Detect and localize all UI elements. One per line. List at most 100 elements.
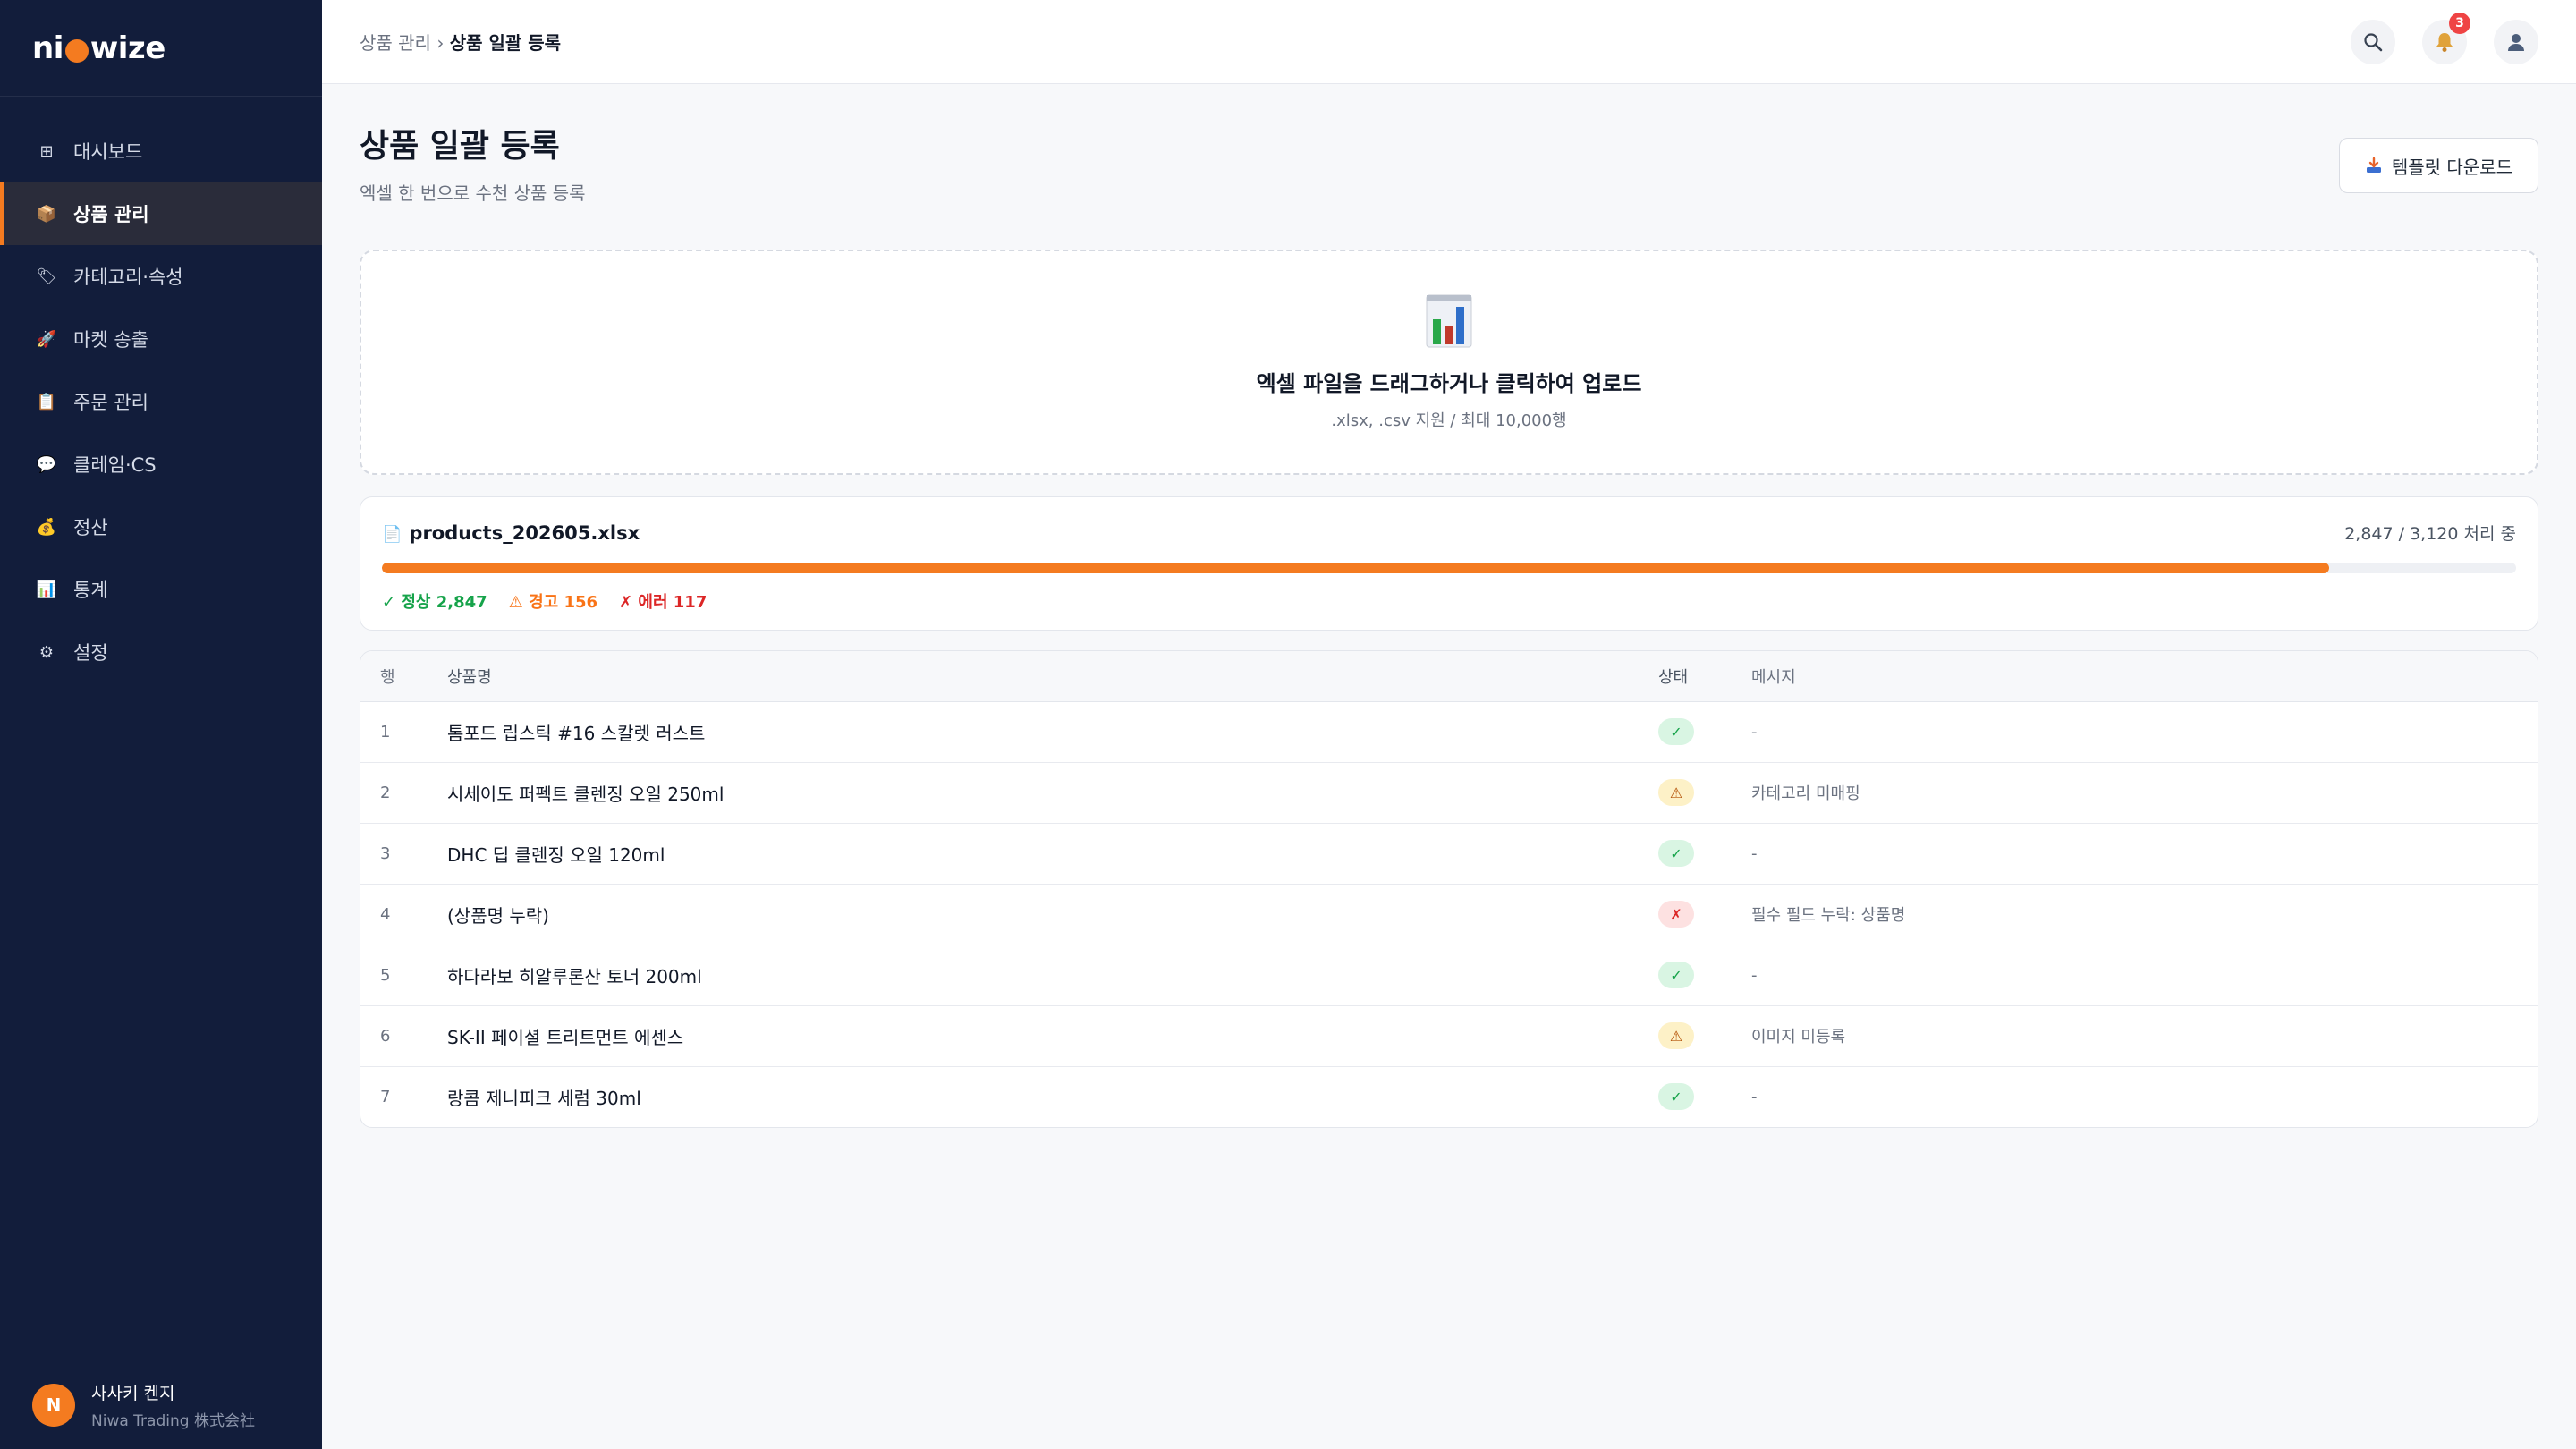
breadcrumb-parent[interactable]: 상품 관리 — [360, 32, 431, 54]
table-row[interactable]: 7 랑콤 제니피크 세럼 30ml ✓ - — [360, 1066, 2538, 1127]
product-name: 랑콤 제니피크 세럼 30ml — [447, 1087, 641, 1109]
template-download-button[interactable]: 템플릿 다운로드 — [2338, 138, 2538, 193]
gear-icon: ⚙ — [38, 642, 55, 662]
table-row[interactable]: 4 (상품명 누락) ✗ 필수 필드 누락: 상품명 — [360, 884, 2538, 945]
sidebar-nav: ⊞ 대시보드 📦 상품 관리 🏷 카테고리·속성 🚀 마켓 송출 📋 주문 관리 💬 클레임·CS 💰 정… — [0, 120, 322, 683]
row-number: 4 — [360, 884, 446, 945]
stat-warning: ⚠ 경고 156 — [508, 593, 598, 612]
col-header-status: 상태 — [1657, 651, 1750, 702]
row-message: - — [1750, 823, 2538, 885]
page-subtitle: 엑셀 한 번으로 수천 상품 등록 — [360, 182, 586, 204]
breadcrumb-current: 상품 일괄 등록 — [449, 32, 562, 54]
status-cell: ✗ — [1657, 884, 1750, 945]
product-name: 톰포드 립스틱 #16 스칼렛 러스트 — [446, 701, 1657, 763]
sidebar-item-label: 카테고리·속성 — [73, 267, 183, 288]
chat-icon: 💬 — [36, 454, 57, 474]
search-button[interactable] — [2351, 19, 2395, 64]
table-row[interactable]: 2 시세이도 퍼펙트 클렌징 오일 250ml ⚠ 카테고리 미매핑 — [360, 762, 2538, 824]
row-message: 카테고리 미매핑 — [1750, 762, 2538, 824]
status-badge-ok: ✓ — [1658, 840, 1694, 867]
breadcrumb: 상품 관리 › 상품 일괄 등록 — [360, 29, 561, 55]
stat-error: ✗ 에러 117 — [619, 593, 708, 612]
template-download-label: 템플릿 다운로드 — [2391, 156, 2512, 178]
status-badge-ok: ✓ — [1658, 962, 1694, 988]
avatar: N — [32, 1383, 75, 1427]
notification-button[interactable]: 3 — [2422, 12, 2470, 64]
grid-icon: ⊞ — [39, 141, 54, 161]
sidebar-item-label: 상품 관리 — [73, 204, 149, 225]
file-name: 📄 products_202605.xlsx — [382, 522, 640, 544]
bar-chart-icon — [1426, 294, 1472, 347]
row-number: 1 — [360, 701, 446, 763]
product-name: DHC 딥 클렌징 오일 120ml — [446, 823, 1657, 885]
row-message: 필수 필드 누락: 상품명 — [1750, 884, 2538, 945]
product-name: (상품명 누락) — [446, 884, 1657, 945]
rocket-icon: 🚀 — [36, 329, 57, 349]
sidebar-item-label: 통계 — [73, 580, 108, 601]
main-area: 상품 관리 › 상품 일괄 등록 3 상품 일괄 등록 엑셀 한 번으로 수천 … — [322, 0, 2576, 1449]
search-icon — [2364, 32, 2383, 51]
money-bag-icon: 💰 — [36, 517, 57, 537]
status-badge-err: ✗ — [1658, 901, 1694, 928]
product-name: SK-II 페이셜 트리트먼트 에센스 — [446, 1005, 1657, 1067]
logo-text-left: ni — [32, 30, 64, 66]
user-icon — [2508, 33, 2524, 51]
profile-button[interactable] — [2494, 19, 2538, 64]
file-dropzone[interactable]: 엑셀 파일을 드래그하거나 클릭하여 업로드 .xlsx, .csv 지원 / … — [360, 250, 2538, 475]
sidebar-item-8[interactable]: ⚙ 설정 — [0, 621, 322, 683]
sidebar-item-6[interactable]: 💰 정산 — [0, 496, 322, 558]
sidebar-item-7[interactable]: 📊 통계 — [0, 558, 322, 621]
package-icon: 📦 — [36, 204, 57, 224]
status-badge-ok: ✓ — [1658, 718, 1694, 745]
table-row[interactable]: 3 DHC 딥 클렌징 오일 120ml ✓ - — [360, 823, 2538, 885]
sidebar-item-0[interactable]: ⊞ 대시보드 — [0, 120, 322, 182]
notification-badge: 3 — [2449, 12, 2470, 34]
sidebar-item-2[interactable]: 🏷 카테고리·속성 — [0, 245, 322, 308]
sidebar-item-3[interactable]: 🚀 마켓 송출 — [0, 308, 322, 370]
product-name: 하다라보 히알루론산 토너 200ml — [446, 945, 1657, 1006]
sidebar-item-1[interactable]: 📦 상품 관리 — [0, 182, 322, 245]
sidebar-item-label: 클레임·CS — [73, 454, 157, 476]
table-row[interactable]: 5 하다라보 히알루론산 토너 200ml ✓ - — [360, 945, 2538, 1006]
logo-text-right: wize — [89, 30, 165, 66]
row-message: - — [1751, 1087, 1758, 1106]
breadcrumb-separator: › — [430, 32, 450, 54]
page-title: 상품 일괄 등록 — [360, 128, 560, 165]
bell-icon — [2436, 32, 2453, 52]
status-cell: ✓ — [1657, 701, 1750, 763]
sidebar-item-label: 정산 — [73, 517, 108, 538]
upload-progress-card: 📄 products_202605.xlsx 2,847 / 3,120 처리 중… — [360, 496, 2538, 631]
status-badge-ok: ✓ — [1658, 1083, 1694, 1111]
progress-text: 2,847 / 3,120 처리 중 — [2344, 524, 2516, 544]
logo[interactable]: ni wize — [0, 0, 322, 97]
status-badge-warn: ⚠ — [1658, 779, 1694, 806]
row-number: 6 — [360, 1005, 446, 1067]
progress-bar-fill — [382, 563, 2330, 573]
row-message: - — [1750, 701, 2538, 763]
table-row[interactable]: 6 SK-II 페이셜 트리트먼트 에센스 ⚠ 이미지 미등록 — [360, 1005, 2538, 1067]
sidebar-item-label: 주문 관리 — [73, 392, 148, 413]
file-icon: 📄 — [382, 524, 402, 544]
dropzone-title: 엑셀 파일을 드래그하거나 클릭하여 업로드 — [1256, 370, 1642, 396]
col-header-message: 메시지 — [1750, 651, 2538, 702]
status-cell: ✓ — [1657, 945, 1750, 1006]
row-message: 이미지 미등록 — [1750, 1005, 2538, 1067]
sidebar-item-4[interactable]: 📋 주문 관리 — [0, 370, 322, 433]
tag-icon: 🏷 — [36, 267, 57, 286]
user-profile[interactable]: N 사사키 켄지 Niwa Trading 株式会社 — [0, 1360, 322, 1449]
col-header-name: 상품명 — [446, 651, 1657, 702]
table-row[interactable]: 1 톰포드 립스틱 #16 스칼렛 러스트 ✓ - — [360, 701, 2538, 763]
stat-ok: ✓ 정상 2,847 — [382, 593, 487, 612]
product-name: 시세이도 퍼펙트 클렌징 오일 250ml — [446, 762, 1657, 824]
status-cell: ✓ — [1657, 1066, 1750, 1127]
sidebar: ni wize ⊞ 대시보드 📦 상품 관리 🏷 카테고리·속성 🚀 마켓 송출 📋 주문 관리 💬 클… — [0, 0, 322, 1449]
user-org: Niwa Trading 株式会社 — [91, 1411, 255, 1430]
user-name: 사사키 켄지 — [91, 1383, 175, 1403]
col-header-row: 행 — [360, 651, 446, 702]
status-badge-warn: ⚠ — [1658, 1022, 1694, 1049]
status-cell: ⚠ — [1657, 1005, 1750, 1067]
sidebar-item-5[interactable]: 💬 클레임·CS — [0, 433, 322, 496]
file-name-text: products_202605.xlsx — [409, 521, 640, 544]
dropzone-hint: .xlsx, .csv 지원 / 최대 10,000행 — [1331, 411, 1567, 430]
progress-bar — [382, 563, 2516, 573]
